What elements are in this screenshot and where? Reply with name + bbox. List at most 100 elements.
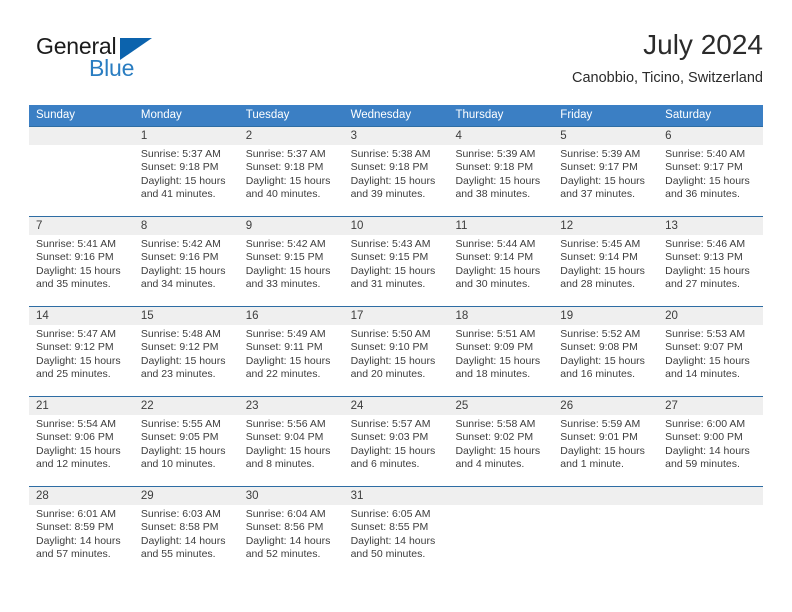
daylight-text-line2: and 50 minutes.: [350, 548, 426, 561]
day-cell[interactable]: Sunrise: 5:37 AM Sunset: 9:18 PM Dayligh…: [134, 145, 239, 216]
day-cell[interactable]: Sunrise: 5:59 AM Sunset: 9:01 PM Dayligh…: [553, 415, 658, 486]
day-cell[interactable]: Sunrise: 5:46 AM Sunset: 9:13 PM Dayligh…: [658, 235, 763, 306]
day-cell[interactable]: Sunrise: 5:54 AM Sunset: 9:06 PM Dayligh…: [29, 415, 134, 486]
sunrise-text: Sunrise: 5:38 AM: [350, 148, 431, 160]
day-cell[interactable]: Sunrise: 6:00 AM Sunset: 9:00 PM Dayligh…: [658, 415, 763, 486]
day-cell[interactable]: Sunrise: 5:40 AM Sunset: 9:17 PM Dayligh…: [658, 145, 763, 216]
day-cell[interactable]: Sunrise: 5:57 AM Sunset: 9:03 PM Dayligh…: [344, 415, 449, 486]
sunrise-text: Sunrise: 5:54 AM: [36, 418, 116, 430]
daylight-text-line1: Daylight: 15 hours: [140, 354, 226, 367]
sunrise-text: Sunrise: 6:05 AM: [350, 508, 431, 520]
day-cell[interactable]: Sunrise: 5:43 AM Sunset: 9:15 PM Dayligh…: [344, 235, 449, 306]
sunset-text: Sunset: 9:03 PM: [350, 431, 429, 444]
sunrise-text: Sunrise: 6:04 AM: [245, 508, 326, 520]
daylight-text-line1: Daylight: 14 hours: [140, 534, 226, 547]
sunset-text: Sunset: 9:17 PM: [560, 161, 638, 174]
daylight-text-line2: and 1 minute.: [560, 458, 624, 471]
calendar-week-row: 14 15 16 17 18 19 20 Sunrise: 5:47 AM Su…: [29, 306, 763, 396]
day-cell[interactable]: Sunrise: 5:37 AM Sunset: 9:18 PM Dayligh…: [239, 145, 344, 216]
sunrise-text: Sunrise: 6:03 AM: [140, 508, 221, 520]
sunset-text: Sunset: 9:02 PM: [455, 431, 534, 444]
day-cell[interactable]: Sunrise: 5:47 AM Sunset: 9:12 PM Dayligh…: [29, 325, 134, 396]
day-cell[interactable]: Sunrise: 5:44 AM Sunset: 9:14 PM Dayligh…: [448, 235, 553, 306]
day-cell[interactable]: Sunrise: 6:03 AM Sunset: 8:58 PM Dayligh…: [134, 505, 239, 576]
daylight-text-line2: and 6 minutes.: [350, 458, 420, 471]
daylight-text-line2: and 16 minutes.: [560, 368, 636, 381]
day-cell[interactable]: Sunrise: 5:39 AM Sunset: 9:18 PM Dayligh…: [448, 145, 553, 216]
sunset-text: Sunset: 9:00 PM: [665, 431, 743, 444]
week-detail-band: Sunrise: 5:54 AM Sunset: 9:06 PM Dayligh…: [29, 415, 763, 486]
day-cell[interactable]: [553, 505, 658, 576]
day-number: 18: [455, 310, 469, 322]
day-cell[interactable]: Sunrise: 5:53 AM Sunset: 9:07 PM Dayligh…: [658, 325, 763, 396]
day-cell[interactable]: Sunrise: 5:49 AM Sunset: 9:11 PM Dayligh…: [239, 325, 344, 396]
day-cell[interactable]: Sunrise: 5:52 AM Sunset: 9:08 PM Dayligh…: [553, 325, 658, 396]
sunset-text: Sunset: 9:17 PM: [665, 161, 743, 174]
sunset-text: Sunset: 9:01 PM: [560, 431, 638, 444]
weekday-header-thursday: Thursday: [455, 109, 504, 121]
sunset-text: Sunset: 9:18 PM: [455, 161, 534, 174]
daylight-text-line1: Daylight: 15 hours: [36, 444, 121, 457]
day-cell[interactable]: [448, 505, 553, 576]
sunrise-text: Sunrise: 5:56 AM: [245, 418, 326, 430]
sunrise-text: Sunrise: 5:53 AM: [665, 328, 746, 340]
day-cell[interactable]: Sunrise: 5:55 AM Sunset: 9:05 PM Dayligh…: [134, 415, 239, 486]
day-cell[interactable]: Sunrise: 6:05 AM Sunset: 8:55 PM Dayligh…: [344, 505, 449, 576]
sunset-text: Sunset: 9:08 PM: [560, 341, 638, 354]
day-cell[interactable]: Sunrise: 5:41 AM Sunset: 9:16 PM Dayligh…: [29, 235, 134, 306]
sunrise-text: Sunrise: 6:01 AM: [36, 508, 116, 520]
week-date-band: 7 8 9 10 11 12 13: [29, 217, 763, 235]
day-cell[interactable]: Sunrise: 5:58 AM Sunset: 9:02 PM Dayligh…: [448, 415, 553, 486]
calendar-page: General Blue July 2024 Canobbio, Ticino,…: [0, 0, 792, 612]
day-cell[interactable]: Sunrise: 5:50 AM Sunset: 9:10 PM Dayligh…: [344, 325, 449, 396]
weekday-header-saturday: Saturday: [665, 109, 712, 121]
daylight-text-line1: Daylight: 15 hours: [455, 174, 541, 187]
sunset-text: Sunset: 9:12 PM: [140, 341, 219, 354]
sunrise-text: Sunrise: 5:47 AM: [36, 328, 116, 340]
sunset-text: Sunset: 9:18 PM: [140, 161, 219, 174]
day-cell[interactable]: Sunrise: 5:56 AM Sunset: 9:04 PM Dayligh…: [239, 415, 344, 486]
day-number: 8: [140, 220, 148, 232]
sunrise-text: Sunrise: 5:46 AM: [665, 238, 746, 250]
daylight-text-line2: and 57 minutes.: [36, 548, 111, 561]
week-detail-band: Sunrise: 5:37 AM Sunset: 9:18 PM Dayligh…: [29, 145, 763, 216]
day-cell[interactable]: [658, 505, 763, 576]
sunrise-text: Sunrise: 5:37 AM: [245, 148, 326, 160]
day-cell[interactable]: Sunrise: 5:42 AM Sunset: 9:15 PM Dayligh…: [239, 235, 344, 306]
day-number: 31: [350, 490, 364, 502]
daylight-text-line1: Daylight: 15 hours: [245, 444, 331, 457]
day-cell[interactable]: Sunrise: 5:51 AM Sunset: 9:09 PM Dayligh…: [448, 325, 553, 396]
daylight-text-line1: Daylight: 14 hours: [245, 534, 331, 547]
logo-text-blue: Blue: [89, 55, 135, 81]
sunrise-text: Sunrise: 5:39 AM: [455, 148, 536, 160]
day-cell[interactable]: Sunrise: 5:39 AM Sunset: 9:17 PM Dayligh…: [553, 145, 658, 216]
day-cell[interactable]: Sunrise: 5:48 AM Sunset: 9:12 PM Dayligh…: [134, 325, 239, 396]
daylight-text-line2: and 31 minutes.: [350, 278, 426, 291]
daylight-text-line2: and 41 minutes.: [140, 188, 216, 201]
day-cell[interactable]: Sunrise: 6:01 AM Sunset: 8:59 PM Dayligh…: [29, 505, 134, 576]
day-cell[interactable]: Sunrise: 6:04 AM Sunset: 8:56 PM Dayligh…: [239, 505, 344, 576]
page-header: General Blue July 2024 Canobbio, Ticino,…: [29, 28, 763, 96]
daylight-text-line2: and 36 minutes.: [665, 188, 740, 201]
day-number: [448, 487, 553, 505]
daylight-text-line1: Daylight: 15 hours: [560, 174, 645, 187]
general-blue-logo[interactable]: General Blue: [29, 32, 209, 86]
day-number: 19: [560, 310, 574, 322]
daylight-text-line1: Daylight: 15 hours: [245, 354, 331, 367]
day-number: 3: [350, 130, 357, 142]
calendar-week-row: 28 29 30 31 Sunrise: 6:01 AM Sunset: 8:5…: [29, 486, 763, 576]
sunset-text: Sunset: 9:05 PM: [140, 431, 219, 444]
day-cell[interactable]: Sunrise: 5:45 AM Sunset: 9:14 PM Dayligh…: [553, 235, 658, 306]
daylight-text-line1: Daylight: 15 hours: [350, 354, 436, 367]
day-number: 17: [350, 310, 364, 322]
day-number: 21: [36, 400, 49, 412]
day-number: 16: [245, 310, 259, 322]
daylight-text-line2: and 4 minutes.: [455, 458, 525, 471]
day-cell[interactable]: Sunrise: 5:38 AM Sunset: 9:18 PM Dayligh…: [344, 145, 449, 216]
day-cell[interactable]: [29, 145, 134, 216]
day-cell[interactable]: Sunrise: 5:42 AM Sunset: 9:16 PM Dayligh…: [134, 235, 239, 306]
daylight-text-line1: Daylight: 14 hours: [350, 534, 436, 547]
day-number: 11: [455, 220, 468, 232]
sunset-text: Sunset: 9:06 PM: [36, 431, 114, 444]
day-number: 24: [350, 400, 364, 412]
